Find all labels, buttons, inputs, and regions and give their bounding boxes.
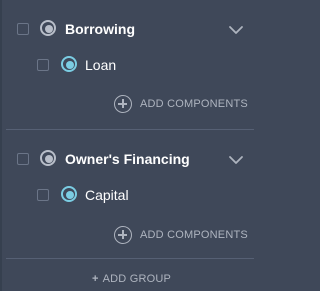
group-radio[interactable] bbox=[40, 150, 56, 166]
item-checkbox[interactable] bbox=[37, 189, 49, 201]
item-checkbox[interactable] bbox=[37, 59, 49, 71]
group-owners-financing: Owner's Financing Capital ADD COMPONENTS bbox=[0, 130, 256, 259]
add-components-label: ADD COMPONENTS bbox=[140, 229, 248, 241]
group-radio[interactable] bbox=[40, 20, 56, 36]
group-header[interactable]: Borrowing bbox=[0, 16, 256, 40]
chevron-down-icon[interactable] bbox=[228, 22, 244, 38]
group-header[interactable]: Owner's Financing bbox=[0, 146, 256, 170]
add-components-label: ADD COMPONENTS bbox=[140, 98, 248, 110]
plus-icon: + bbox=[92, 273, 99, 285]
add-group-label: ADD GROUP bbox=[102, 273, 172, 285]
add-group-button[interactable]: + ADD GROUP bbox=[92, 272, 171, 288]
item-label: Capital bbox=[85, 187, 129, 203]
item-radio[interactable] bbox=[61, 186, 77, 202]
group-divider bbox=[6, 258, 254, 259]
plus-circle-icon bbox=[114, 95, 132, 113]
add-components-button[interactable]: ADD COMPONENTS bbox=[114, 94, 254, 114]
list-item-loan[interactable]: Loan bbox=[0, 52, 256, 76]
add-components-button[interactable]: ADD COMPONENTS bbox=[114, 225, 254, 245]
group-title: Owner's Financing bbox=[65, 151, 190, 167]
group-title: Borrowing bbox=[65, 21, 135, 37]
item-label: Loan bbox=[85, 57, 117, 73]
chevron-down-icon[interactable] bbox=[228, 152, 244, 168]
plus-circle-icon bbox=[114, 226, 132, 244]
group-checkbox[interactable] bbox=[17, 153, 29, 165]
list-item-capital[interactable]: Capital bbox=[0, 182, 256, 206]
component-groups-panel: Borrowing Loan ADD COMPONENTS Owner's Fi… bbox=[0, 0, 256, 291]
group-checkbox[interactable] bbox=[17, 23, 29, 35]
group-borrowing: Borrowing Loan ADD COMPONENTS bbox=[0, 0, 256, 129]
item-radio[interactable] bbox=[61, 56, 77, 72]
